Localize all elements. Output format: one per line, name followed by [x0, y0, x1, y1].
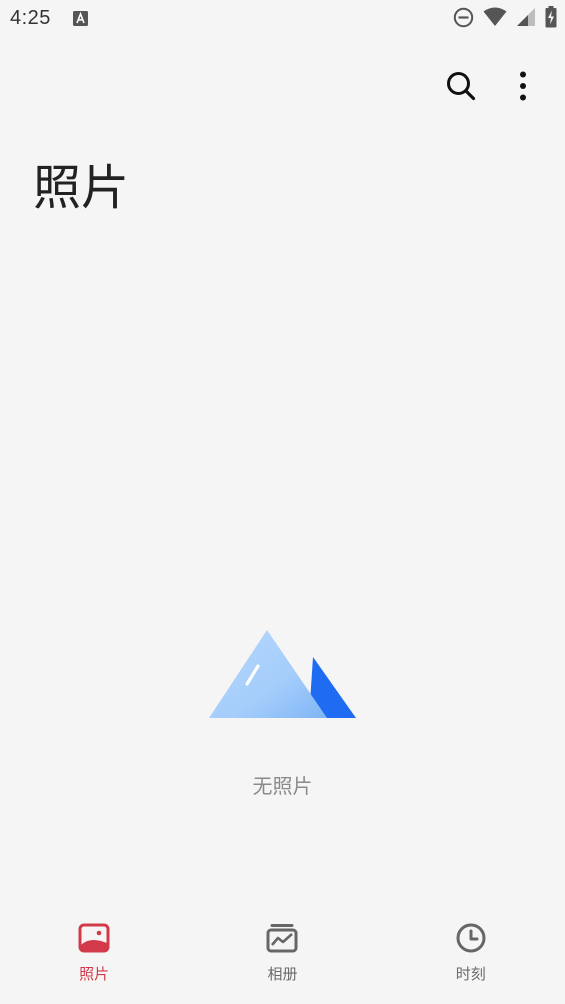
search-icon — [446, 71, 476, 105]
battery-charging-icon — [545, 6, 557, 32]
status-time: 4:25 — [10, 7, 51, 29]
signal-icon — [516, 7, 536, 31]
search-button[interactable] — [441, 66, 481, 110]
bottom-navigation: 照片 相册 时刻 — [0, 905, 565, 1004]
tab-photos-label: 照片 — [79, 965, 110, 983]
more-vert-icon — [519, 71, 527, 105]
do-not-disturb-icon — [453, 7, 474, 32]
tab-albums[interactable]: 相册 — [222, 905, 342, 984]
top-actions — [441, 66, 543, 110]
page-title: 照片 — [33, 160, 130, 216]
tab-photos[interactable]: 照片 — [34, 905, 154, 984]
a-notification-icon — [73, 11, 88, 26]
empty-message: 无照片 — [252, 774, 313, 798]
status-bar: 4:25 — [0, 0, 565, 40]
wifi-icon — [483, 7, 507, 31]
tab-albums-label: 相册 — [267, 965, 298, 983]
photo-icon — [78, 923, 110, 957]
tab-moments-label: 时刻 — [455, 965, 486, 983]
album-icon — [266, 923, 298, 957]
mountain-image-icon — [205, 626, 360, 722]
more-options-button[interactable] — [503, 66, 543, 110]
status-icons — [453, 6, 557, 32]
clock-icon — [455, 923, 487, 957]
tab-moments[interactable]: 时刻 — [411, 905, 531, 984]
